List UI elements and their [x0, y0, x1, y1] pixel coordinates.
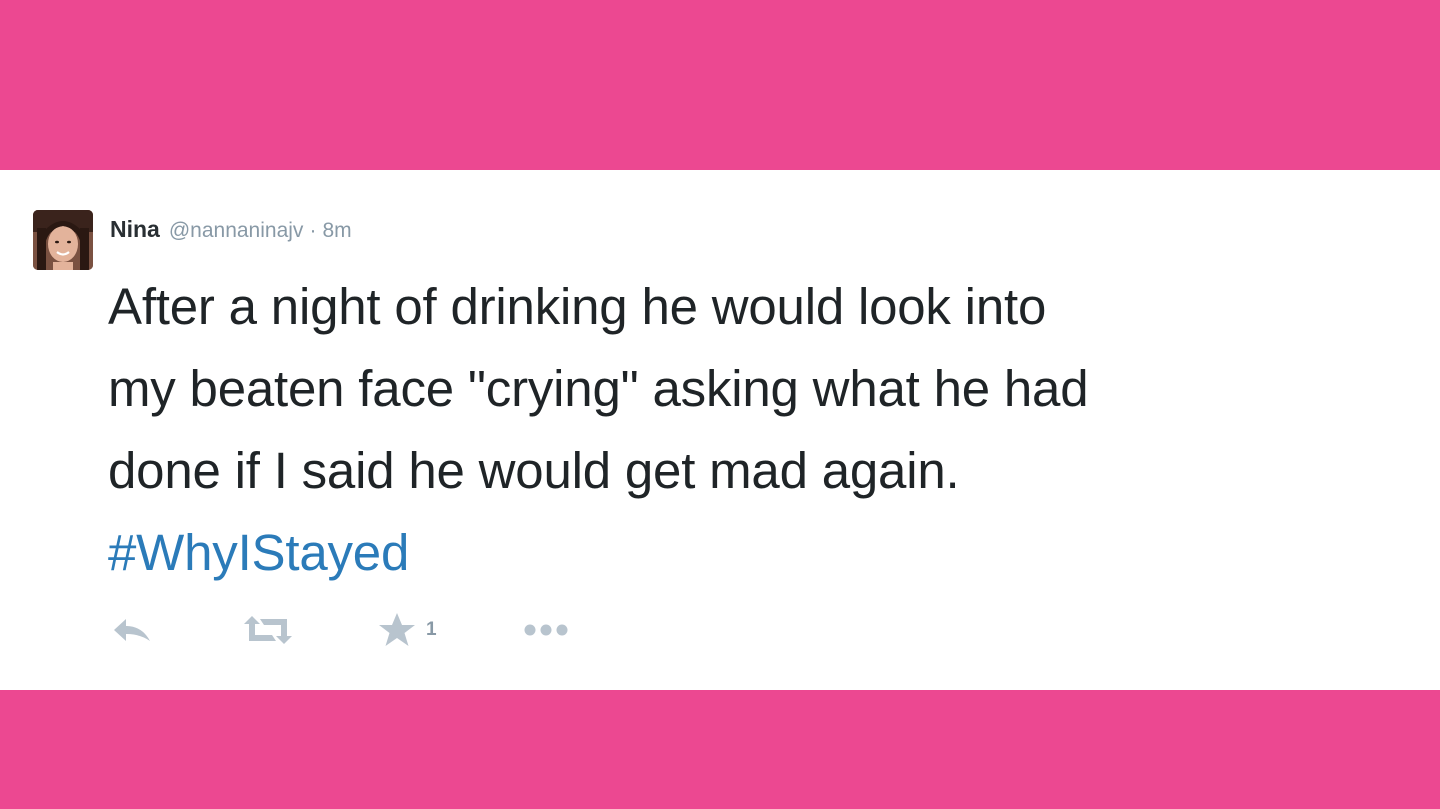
retweet-button[interactable]	[242, 615, 294, 645]
favorite-count: 1	[426, 619, 437, 640]
avatar[interactable]	[33, 210, 93, 270]
author-handle[interactable]: @nannaninajv	[169, 219, 304, 243]
hashtag-link[interactable]: #WhyIStayed	[108, 512, 1418, 594]
avatar-image	[33, 210, 93, 270]
reply-icon	[114, 619, 150, 641]
tweet-card: Nina @nannaninajv · 8m After a night of …	[0, 170, 1440, 690]
tweet-text-line: my beaten face "crying" asking what he h…	[108, 360, 1089, 417]
top-pink-band	[0, 0, 1440, 170]
tweet-timestamp[interactable]: 8m	[322, 219, 351, 243]
reply-button[interactable]	[112, 615, 154, 645]
star-icon	[379, 613, 415, 646]
retweet-icon	[244, 616, 292, 644]
favorite-button[interactable]: 1	[378, 612, 437, 648]
tweet-header: Nina @nannaninajv · 8m	[110, 216, 352, 246]
more-button[interactable]	[521, 620, 571, 640]
tweet-text-line: After a night of drinking he would look …	[108, 278, 1047, 335]
header-separator: ·	[309, 219, 317, 242]
tweet-actions: 1	[112, 610, 571, 650]
more-dots-icon	[524, 624, 568, 636]
bottom-pink-band	[0, 690, 1440, 809]
tweet-text: After a night of drinking he would look …	[108, 266, 1418, 594]
author-name[interactable]: Nina	[110, 216, 160, 243]
tweet-text-line: done if I said he would get mad again.	[108, 442, 960, 499]
